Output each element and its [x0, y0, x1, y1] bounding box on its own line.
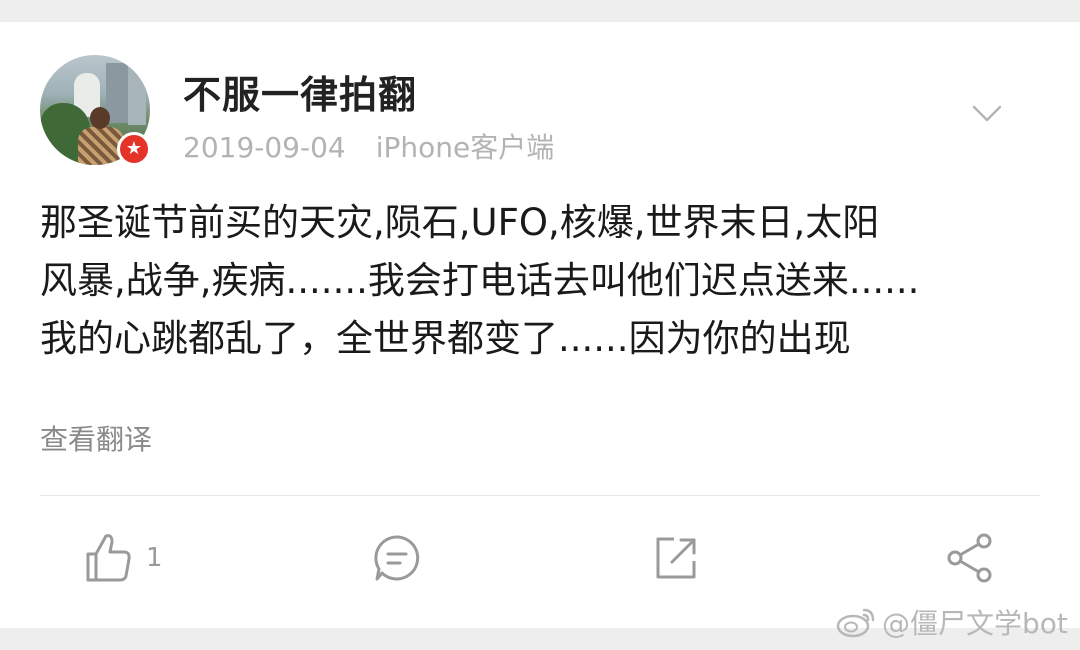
- verified-badge-icon: ★: [117, 132, 151, 166]
- like-count: 1: [146, 543, 163, 573]
- chevron-down-icon[interactable]: [972, 98, 1002, 128]
- comment-icon: [374, 535, 420, 581]
- post-date: 2019-09-04: [183, 131, 346, 164]
- post-text: 那圣诞节前买的天灾,陨石,UFO,核爆,世界末日,太阳 风暴,战争,疾病....…: [40, 194, 1050, 368]
- share-icon: [947, 533, 992, 583]
- post-client: iPhone客户端: [375, 131, 555, 164]
- comment-button[interactable]: [372, 528, 422, 588]
- post-meta: 2019-09-04 iPhone客户端: [183, 126, 554, 166]
- avatar-building: [128, 55, 146, 125]
- repost-icon: [656, 537, 696, 579]
- thumbs-up-icon: [86, 534, 131, 582]
- share-button[interactable]: [944, 528, 996, 588]
- avatar-person-head: [90, 107, 110, 129]
- like-button[interactable]: 1: [84, 528, 163, 588]
- divider: [40, 495, 1040, 496]
- watermark-text: @僵尸文学bot: [882, 607, 1068, 640]
- weibo-icon: [836, 608, 875, 638]
- author-name[interactable]: 不服一律拍翻: [183, 64, 417, 119]
- post-text-line: 我的心跳都乱了，全世界都变了......因为你的出现: [40, 317, 851, 360]
- translate-link[interactable]: 查看翻译: [40, 418, 152, 458]
- repost-button[interactable]: [652, 528, 700, 588]
- post-card: ★ 不服一律拍翻 2019-09-04 iPhone客户端 那圣诞节前买的天灾,陨…: [0, 22, 1080, 628]
- post-text-line: 那圣诞节前买的天灾,陨石,UFO,核爆,世界末日,太阳: [40, 201, 880, 244]
- watermark: @僵尸文学bot: [836, 602, 1068, 642]
- post-text-line: 风暴,战争,疾病.......我会打电话去叫他们迟点送来......: [40, 259, 920, 302]
